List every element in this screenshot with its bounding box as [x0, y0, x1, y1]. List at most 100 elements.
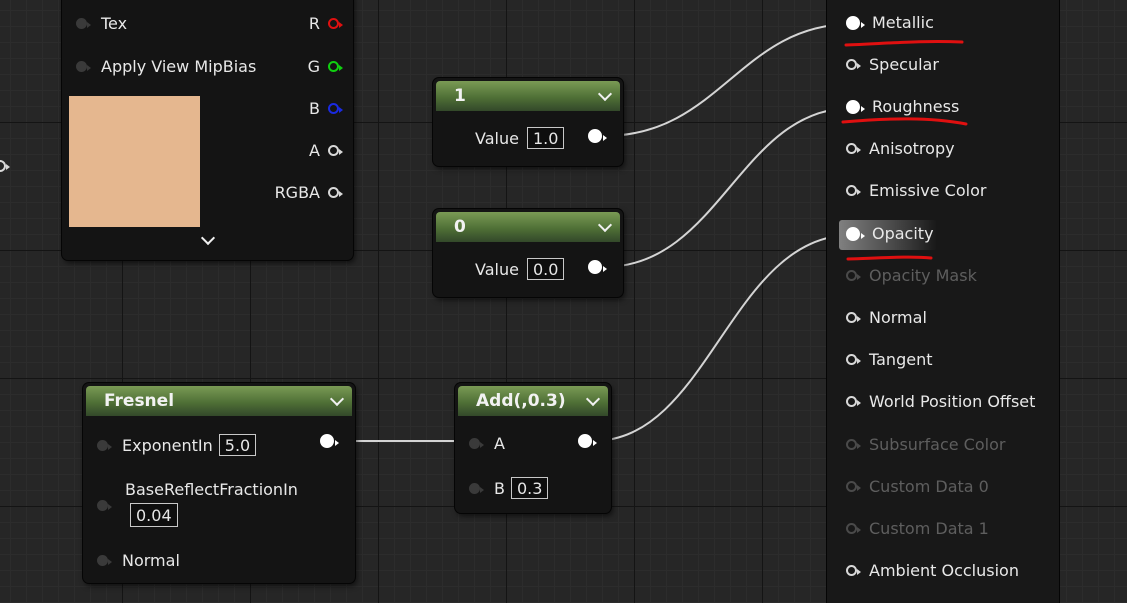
offscreen-pin-icon[interactable] — [0, 160, 10, 172]
rgba-output-row[interactable]: RGBA — [274, 183, 343, 202]
tex-input-row[interactable]: Tex — [76, 14, 127, 33]
exponent-input-pin-icon[interactable] — [97, 439, 112, 451]
metallic-pin-icon[interactable] — [846, 15, 865, 30]
add-a-input-pin-icon[interactable] — [469, 438, 484, 449]
constant-0-node[interactable]: 0 Value 0.0 — [433, 209, 623, 297]
wire-const1-to-metallic — [603, 23, 853, 137]
exponent-input-row: ExponentIn 5.0 — [97, 434, 257, 456]
constant-1-value-field[interactable]: 1.0 — [526, 127, 565, 149]
subsurface-pin-row[interactable]: Subsurface Color — [846, 435, 1005, 454]
opacity-pin-row[interactable]: Opacity — [846, 224, 934, 243]
add-title: Add(,0.3) — [476, 391, 566, 411]
rgba-output-pin-icon[interactable] — [328, 187, 343, 198]
r-label: R — [308, 14, 320, 33]
exponent-label: ExponentIn — [122, 435, 213, 455]
subsurface-pin-icon[interactable] — [846, 439, 861, 450]
basereflect-value-field[interactable]: 0.04 — [130, 503, 178, 527]
opacity-mask-pin-icon[interactable] — [846, 270, 861, 281]
wpo-label: World Position Offset — [869, 392, 1036, 411]
customdata1-pin-row[interactable]: Custom Data 1 — [846, 519, 989, 538]
specular-pin-row[interactable]: Specular — [846, 55, 939, 74]
tangent-pin-icon[interactable] — [846, 354, 861, 365]
chevron-down-icon[interactable] — [329, 391, 345, 406]
constant-1-header[interactable]: 1 — [436, 81, 620, 111]
r-output-row[interactable]: R — [308, 14, 343, 33]
constant-0-output-pin-icon[interactable] — [588, 260, 607, 274]
rgba-label: RGBA — [274, 183, 320, 202]
opacity-mask-label: Opacity Mask — [869, 266, 977, 285]
customdata0-pin-row[interactable]: Custom Data 0 — [846, 477, 989, 496]
material-result-node[interactable] — [826, 0, 1060, 603]
expand-chevron-icon[interactable] — [200, 230, 216, 246]
add-output-pin-icon[interactable] — [578, 434, 597, 448]
constant-0-header[interactable]: 0 — [436, 212, 620, 242]
fresnel-header[interactable]: Fresnel — [86, 386, 352, 416]
roughness-pin-row[interactable]: Roughness — [846, 97, 959, 116]
add-b-input-pin-icon[interactable] — [469, 482, 484, 494]
customdata1-pin-icon[interactable] — [846, 523, 861, 534]
opacity-label: Opacity — [872, 224, 934, 243]
customdata0-pin-icon[interactable] — [846, 481, 861, 492]
constant-1-node[interactable]: 1 Value 1.0 — [433, 78, 623, 166]
g-output-row[interactable]: G — [308, 57, 343, 76]
add-b-value-field[interactable]: 0.3 — [510, 477, 549, 499]
metallic-pin-row[interactable]: Metallic — [846, 13, 934, 32]
constant-1-value-row: Value 1.0 — [475, 127, 565, 149]
ao-pin-row[interactable]: Ambient Occlusion — [846, 561, 1019, 580]
emissive-pin-row[interactable]: Emissive Color — [846, 181, 986, 200]
wpo-pin-row[interactable]: World Position Offset — [846, 392, 1035, 411]
add-b-input-row: B 0.3 — [469, 477, 549, 499]
exponent-value-field[interactable]: 5.0 — [218, 434, 257, 456]
roughness-label: Roughness — [872, 97, 960, 116]
anisotropy-pin-icon[interactable] — [846, 143, 861, 154]
value-label: Value — [475, 259, 519, 279]
chevron-down-icon[interactable] — [597, 86, 613, 101]
specular-pin-icon[interactable] — [846, 59, 861, 70]
normal-pin-row[interactable]: Normal — [846, 308, 927, 327]
g-output-pin-icon[interactable] — [328, 61, 343, 72]
tex-input-pin-icon[interactable] — [76, 18, 91, 29]
add-b-label: B — [494, 478, 505, 498]
wpo-pin-icon[interactable] — [846, 396, 861, 407]
customdata1-label: Custom Data 1 — [869, 519, 989, 538]
opacity-pin-icon[interactable] — [846, 226, 865, 241]
normal-input-pin-icon[interactable] — [97, 555, 112, 566]
fresnel-output-pin-icon[interactable] — [320, 434, 339, 448]
normal-pin-icon[interactable] — [846, 312, 861, 323]
chevron-down-icon[interactable] — [597, 217, 613, 232]
mipbias-label: Apply View MipBias — [101, 57, 257, 76]
emissive-pin-icon[interactable] — [846, 185, 861, 196]
emissive-label: Emissive Color — [869, 181, 987, 200]
anisotropy-label: Anisotropy — [869, 139, 955, 158]
normal-label: Normal — [122, 551, 180, 570]
chevron-down-icon[interactable] — [585, 391, 601, 406]
tangent-label: Tangent — [869, 350, 933, 369]
add-a-label: A — [494, 434, 505, 453]
a-output-pin-icon[interactable] — [328, 145, 343, 156]
a-output-row[interactable]: A — [309, 141, 343, 160]
b-output-row[interactable]: B — [309, 99, 343, 118]
r-output-pin-icon[interactable] — [328, 18, 343, 29]
ao-pin-icon[interactable] — [846, 565, 861, 576]
normal-input-row: Normal — [97, 551, 180, 570]
constant-1-output-pin-icon[interactable] — [588, 129, 607, 143]
anisotropy-pin-row[interactable]: Anisotropy — [846, 139, 955, 158]
value-label: Value — [475, 128, 519, 148]
ao-label: Ambient Occlusion — [869, 561, 1019, 580]
basereflect-label: BaseReflectFractionIn — [125, 480, 298, 499]
basereflect-label-row: BaseReflectFractionIn — [125, 480, 298, 499]
mipbias-input-pin-icon[interactable] — [76, 61, 91, 72]
fresnel-node[interactable]: Fresnel ExponentIn 5.0 BaseReflectFracti… — [83, 383, 355, 583]
tangent-pin-row[interactable]: Tangent — [846, 350, 932, 369]
add-node[interactable]: Add(,0.3) A B 0.3 — [455, 383, 611, 513]
add-header[interactable]: Add(,0.3) — [458, 386, 608, 416]
metallic-label: Metallic — [872, 13, 934, 32]
mipbias-input-row[interactable]: Apply View MipBias — [76, 57, 256, 76]
roughness-pin-icon[interactable] — [846, 99, 865, 114]
b-output-pin-icon[interactable] — [328, 103, 343, 114]
opacity-mask-pin-row[interactable]: Opacity Mask — [846, 266, 977, 285]
constant-0-value-field[interactable]: 0.0 — [526, 258, 565, 280]
subsurface-label: Subsurface Color — [869, 435, 1006, 454]
basereflect-input-pin-icon[interactable] — [97, 500, 112, 511]
constant-0-value-row: Value 0.0 — [475, 258, 565, 280]
